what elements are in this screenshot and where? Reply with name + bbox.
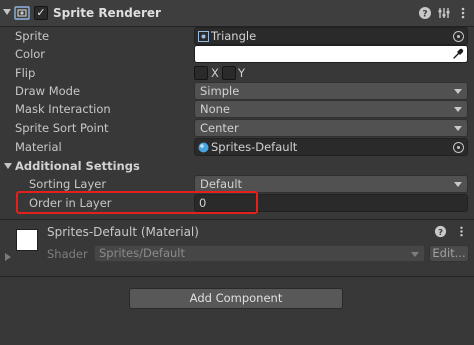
more-icon[interactable] (455, 225, 468, 238)
color-row: Color (0, 45, 474, 63)
mask-interaction-dropdown[interactable]: None (194, 100, 468, 118)
foldout-arrow-icon[interactable] (3, 9, 11, 15)
color-label: Color (15, 47, 46, 61)
more-icon[interactable] (456, 6, 470, 20)
divider (0, 219, 474, 220)
flip-y-checkbox[interactable] (222, 66, 236, 80)
chevron-down-icon (454, 182, 462, 187)
shader-value: Sprites/Default (99, 246, 185, 260)
material-value: Sprites-Default (211, 140, 298, 154)
shader-dropdown[interactable]: Sprites/Default (94, 245, 425, 262)
additional-settings-label: Additional Settings (15, 159, 140, 173)
sprite-asset-icon (198, 31, 209, 42)
sort-point-value: Center (200, 121, 239, 135)
component-header: ✓ Sprite Renderer ? (0, 0, 474, 27)
svg-text:?: ? (422, 10, 427, 20)
sprite-row: Sprite Triangle (0, 27, 474, 45)
object-picker-icon[interactable] (453, 142, 464, 153)
svg-text:?: ? (438, 227, 443, 237)
additional-settings-foldout[interactable]: Additional Settings (0, 157, 474, 175)
eyedropper-icon[interactable] (452, 48, 464, 60)
material-preview-thumbnail (16, 229, 38, 251)
chevron-down-icon (454, 126, 462, 131)
flip-y-label: Y (238, 66, 246, 80)
draw-mode-dropdown[interactable]: Simple (194, 82, 468, 100)
sprite-field[interactable]: Triangle (194, 27, 468, 45)
add-component-button[interactable]: Add Component (129, 288, 343, 309)
sprite-value: Triangle (211, 29, 257, 43)
flip-label: Flip (15, 66, 36, 80)
sprite-renderer-icon (14, 6, 30, 20)
color-swatch[interactable] (194, 45, 468, 63)
sort-point-dropdown[interactable]: Center (194, 119, 468, 137)
draw-mode-label: Draw Mode (15, 84, 81, 98)
draw-mode-row: Draw Mode Simple (0, 82, 474, 100)
mask-interaction-row: Mask Interaction None (0, 100, 474, 118)
chevron-down-icon (454, 89, 462, 94)
help-icon[interactable]: ? (418, 6, 432, 20)
draw-mode-value: Simple (200, 84, 240, 98)
mask-interaction-label: Mask Interaction (15, 102, 111, 116)
chevron-down-icon (411, 252, 419, 257)
foldout-arrow-icon[interactable] (4, 163, 12, 169)
help-icon[interactable]: ? (434, 225, 447, 238)
material-sphere-icon (198, 142, 209, 153)
object-picker-icon[interactable] (453, 31, 464, 42)
shader-edit-button[interactable]: Edit... (429, 245, 469, 262)
flip-x-checkbox[interactable] (194, 66, 208, 80)
preset-icon[interactable] (437, 6, 451, 20)
material-field[interactable]: Sprites-Default (194, 138, 468, 156)
mask-interaction-value: None (200, 102, 231, 116)
shader-label: Shader (47, 247, 88, 261)
chevron-down-icon (454, 107, 462, 112)
flip-x-label: X (211, 66, 219, 80)
flip-row: Flip X Y (0, 64, 474, 82)
divider (0, 276, 474, 277)
component-title: Sprite Renderer (53, 6, 161, 20)
sort-point-row: Sprite Sort Point Center (0, 119, 474, 137)
sorting-layer-label: Sorting Layer (29, 177, 107, 191)
sprite-label: Sprite (15, 29, 50, 43)
material-panel-title: Sprites-Default (Material) (47, 225, 199, 239)
material-row: Material Sprites-Default (0, 138, 474, 156)
highlight-box (16, 191, 258, 214)
component-enabled-checkbox[interactable]: ✓ (34, 6, 48, 20)
foldout-arrow-icon[interactable] (5, 253, 11, 261)
sort-point-label: Sprite Sort Point (15, 121, 109, 135)
sorting-layer-value: Default (200, 177, 243, 191)
material-label: Material (15, 140, 62, 154)
